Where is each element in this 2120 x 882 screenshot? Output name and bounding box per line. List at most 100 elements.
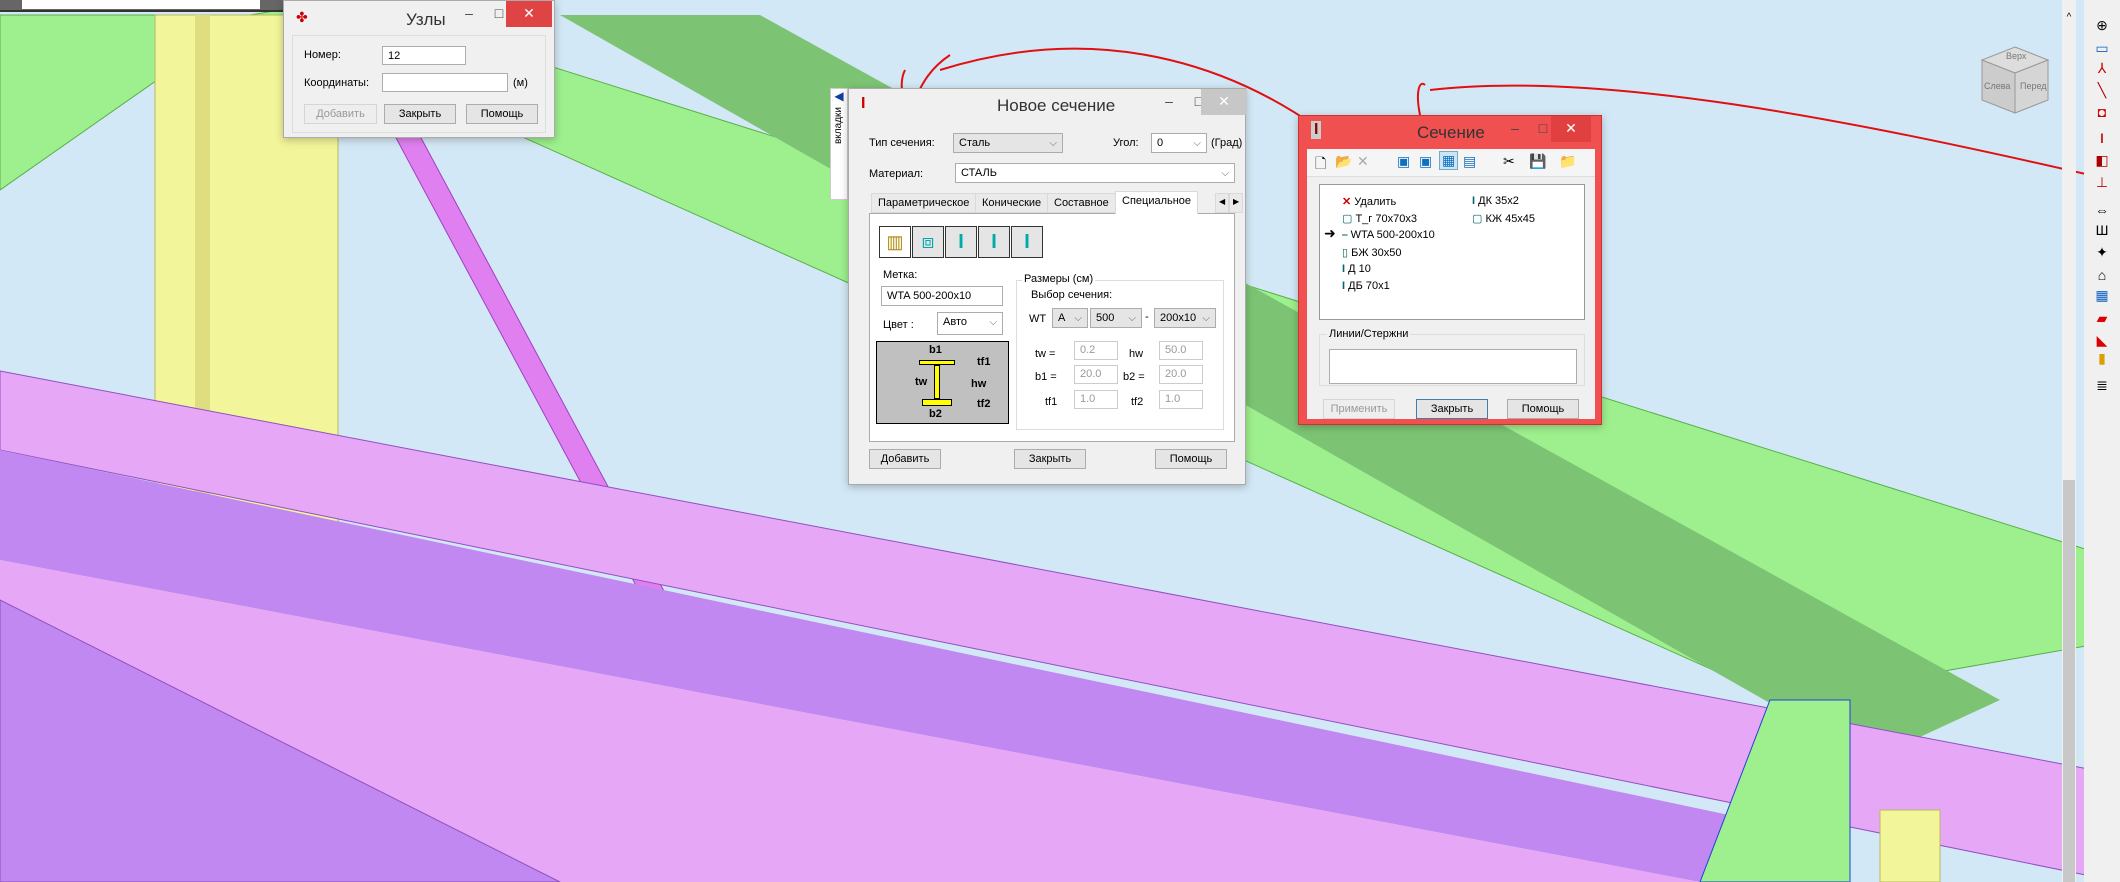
type-select[interactable]: Сталь ⌵	[953, 133, 1063, 153]
load-wizard-icon[interactable]: ✦	[2087, 242, 2117, 262]
top-input[interactable]	[22, 0, 260, 9]
number-label: Номер:	[304, 49, 341, 61]
list-item[interactable]: ✕ Удалить	[1342, 195, 1396, 208]
support-icon[interactable]: ⊥	[2087, 172, 2117, 192]
list-item[interactable]: I ДК 35x2	[1472, 195, 1519, 207]
tf2-value[interactable]: 1.0	[1159, 390, 1203, 409]
help-button[interactable]: Помощь	[1155, 449, 1227, 469]
separator-dash: -	[1145, 311, 1149, 323]
list-item[interactable]: ⎯ WTA 500-200x10	[1342, 229, 1435, 242]
hw-value[interactable]: 50.0	[1159, 341, 1203, 360]
close-dialog-button[interactable]: Закрыть	[384, 104, 456, 124]
tab-composite[interactable]: Составное	[1047, 193, 1116, 213]
node-icon[interactable]: ⅄	[2087, 58, 2117, 78]
folder-star-icon[interactable]: 📁	[1559, 153, 1576, 170]
bar-icon[interactable]: ╲	[2087, 80, 2117, 100]
help-button[interactable]: Помощь	[1507, 399, 1579, 419]
rect-tube-icon: ▢	[1342, 213, 1356, 225]
cut-icon[interactable]: ✂	[1503, 153, 1515, 170]
color-select[interactable]: Авто ⌵	[937, 312, 1003, 335]
tab-scroll-right[interactable]: ▶	[1229, 193, 1244, 213]
viewport-scrollbar[interactable]: ^	[2062, 0, 2076, 882]
structure-icon[interactable]: ⌂	[2087, 265, 2117, 285]
new-icon[interactable]: 🗋	[1315, 153, 1326, 177]
close-button[interactable]: ✕	[1551, 116, 1591, 142]
special-type-3-button[interactable]: I	[945, 226, 977, 258]
open-folder-icon[interactable]: 📂	[1335, 153, 1352, 170]
b2-value[interactable]: 20.0	[1159, 365, 1203, 384]
material-select[interactable]: СТАЛЬ ⌵	[955, 163, 1235, 183]
special-type-1-button[interactable]: ▥	[879, 226, 911, 258]
special-type-4-button[interactable]: I	[978, 226, 1010, 258]
special-type-2-button[interactable]: ⧈	[912, 226, 944, 258]
table-icon[interactable]: ▦	[2087, 285, 2117, 305]
list-item[interactable]: ▢ Т_г 70x70x3	[1342, 212, 1417, 225]
mark-input[interactable]: WTA 500-200x10	[881, 286, 1003, 306]
tw-label: tw =	[1035, 348, 1056, 360]
side-tabs-panel[interactable]: ◀ вкладки	[830, 88, 848, 200]
tab-scroll-left[interactable]: ◀	[1215, 193, 1230, 213]
section-icon[interactable]: I	[2087, 128, 2117, 148]
scroll-thumb[interactable]	[2063, 480, 2075, 882]
wt-b-select[interactable]: 200x10 ⌵	[1154, 308, 1216, 328]
help-button[interactable]: Помощь	[466, 104, 538, 124]
list-item[interactable]: I Д 10	[1342, 263, 1371, 275]
tf1-label: tf1	[1045, 396, 1058, 408]
view-list[interactable]: ▦	[1439, 151, 1459, 170]
list-item[interactable]: I ДБ 70x1	[1342, 280, 1390, 292]
scroll-up-arrow[interactable]: ^	[2062, 12, 2076, 23]
type-label: Тип сечения:	[869, 137, 935, 149]
wt-h-select[interactable]: 500 ⌵	[1090, 308, 1142, 328]
viewcube-front[interactable]: Перед	[2020, 81, 2047, 91]
axes-grid-icon[interactable]: ⊕	[2087, 15, 2117, 35]
special-type-5-button[interactable]: I	[1011, 226, 1043, 258]
steel-beam-icon[interactable]: ▰	[2087, 308, 2117, 328]
list-item[interactable]: ▯ БЖ 30x50	[1342, 246, 1402, 259]
tab-parametric[interactable]: Параметрическое	[871, 193, 977, 213]
tf1-value[interactable]: 1.0	[1074, 390, 1118, 409]
tab-special[interactable]: Специальное	[1115, 191, 1199, 214]
load-icon[interactable]: ⇔	[2087, 200, 2117, 220]
tab-conical[interactable]: Конические	[975, 193, 1049, 213]
view-cube[interactable]: Верх Слева Перед	[1980, 45, 2050, 115]
number-input[interactable]: 12	[382, 46, 466, 65]
add-button[interactable]: Добавить	[869, 449, 941, 469]
save-icon[interactable]: 💾	[1529, 153, 1546, 170]
viewcube-left[interactable]: Слева	[1984, 81, 2010, 91]
distributed-load-icon[interactable]: Ш	[2087, 220, 2117, 240]
diagram-tw: tw	[915, 376, 928, 388]
close-dialog-button[interactable]: Закрыть	[1416, 399, 1488, 419]
viewcube-top[interactable]: Верх	[2006, 51, 2026, 61]
coords-input[interactable]	[382, 73, 508, 92]
section-dialog: I Сечение – □ ✕ 🗋 📂 ✕ ▣ ▣ ▦ ▤ ✂ 💾 📁 ➜ ✕ …	[1298, 115, 1602, 425]
dialog-title: Новое сечение	[997, 96, 1116, 115]
angle-icon[interactable]: ◣	[2087, 330, 2117, 350]
close-button[interactable]: ✕	[1201, 89, 1247, 115]
view-details[interactable]: ▤	[1463, 153, 1476, 170]
timber-icon[interactable]: ▮	[2087, 348, 2117, 368]
diagram-tf1: tf1	[977, 356, 991, 368]
sections-list[interactable]: ➜ ✕ Удалить ▢ Т_г 70x70x3 ⎯ WTA 500-200x…	[1319, 184, 1585, 320]
tw-value[interactable]: 0.2	[1074, 341, 1118, 360]
rect-tube-icon: ▢	[1472, 213, 1486, 225]
view-large-icons[interactable]: ▣	[1397, 153, 1410, 170]
yellow-block	[1879, 809, 1941, 882]
release-icon[interactable]: ◘	[2087, 102, 2117, 122]
list-item[interactable]: ▢ КЖ 45x45	[1472, 212, 1535, 225]
export-icon[interactable]: ≣	[2087, 375, 2117, 395]
lines-input[interactable]	[1329, 349, 1577, 384]
wt-a-select[interactable]: A ⌵	[1052, 308, 1088, 328]
material-icon[interactable]: ◧	[2087, 150, 2117, 170]
apply-button[interactable]: Применить	[1323, 399, 1395, 419]
add-button[interactable]: Добавить	[304, 104, 377, 124]
section-toolbar: 🗋 📂 ✕ ▣ ▣ ▦ ▤ ✂ 💾 📁	[1307, 149, 1595, 177]
view-small-icons[interactable]: ▣	[1419, 153, 1432, 170]
delete-x-icon: ✕	[1342, 196, 1355, 208]
close-button[interactable]: ✕	[506, 1, 552, 27]
angle-select[interactable]: 0 ⌵	[1151, 133, 1207, 153]
frame-icon[interactable]: ▭	[2087, 38, 2117, 58]
delete-icon[interactable]: ✕	[1357, 153, 1369, 170]
b1-value[interactable]: 20.0	[1074, 365, 1118, 384]
angle-label: Угол:	[1113, 137, 1139, 149]
close-dialog-button[interactable]: Закрыть	[1014, 449, 1086, 469]
